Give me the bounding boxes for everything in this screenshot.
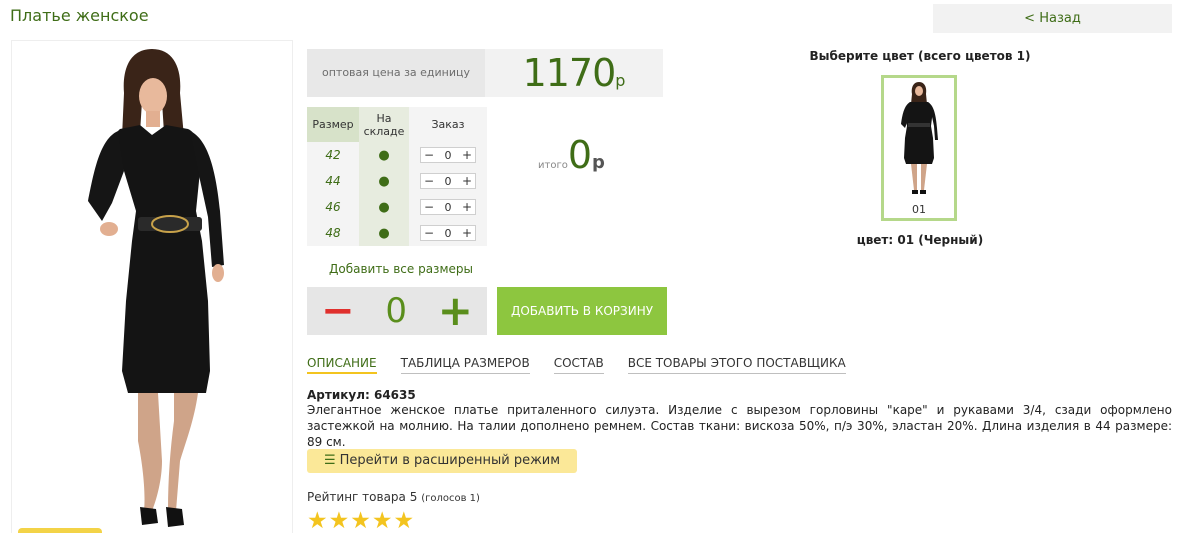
order-stepper: −0 +: [420, 225, 476, 241]
article-number: Артикул: 64635: [307, 388, 416, 402]
stepper-minus-button[interactable]: −: [421, 148, 437, 162]
add-all-sizes-link[interactable]: Добавить все размеры: [329, 262, 473, 276]
order-total: итого0р: [538, 135, 605, 175]
photo-label-tab[interactable]: [18, 528, 102, 533]
stepper-value[interactable]: 0: [437, 175, 459, 188]
tab-supplier-products[interactable]: ВСЕ ТОВАРЫ ЭТОГО ПОСТАВЩИКА: [627, 356, 846, 374]
color-chooser-title: Выберите цвет (всего цветов 1): [809, 49, 1031, 63]
size-value: 42: [307, 142, 359, 168]
stepper-plus-button[interactable]: +: [459, 174, 475, 188]
star-icon[interactable]: ★: [350, 509, 371, 533]
quantity-value[interactable]: 0: [385, 291, 407, 331]
list-icon: ☰: [323, 453, 336, 468]
stepper-plus-button[interactable]: +: [459, 200, 475, 214]
model-image: [88, 49, 224, 527]
order-stepper: −0 +: [420, 147, 476, 163]
tab-composition[interactable]: СОСТАВ: [553, 356, 604, 374]
swatch-code: 01: [912, 203, 926, 216]
selected-color-caption: цвет: 01 (Черный): [856, 233, 984, 247]
star-icon[interactable]: ★: [307, 509, 328, 533]
rating-stars[interactable]: ★ ★ ★ ★ ★: [307, 509, 415, 533]
size-table: Размер На складе Заказ 42 ● −0 + 44 ● −0 +…: [307, 107, 487, 246]
advanced-mode-button[interactable]: ☰ Перейти в расширенный режим: [307, 449, 577, 473]
rating-text: Рейтинг товара 5 (голосов 1): [307, 490, 480, 504]
total-value: 0: [567, 133, 593, 177]
price-value: 1170р: [485, 49, 663, 97]
product-photo[interactable]: [11, 40, 293, 533]
size-header: Размер: [307, 107, 359, 142]
quantity-stepper: − 0 +: [307, 287, 487, 335]
star-icon[interactable]: ★: [372, 509, 393, 533]
back-button[interactable]: < Назад: [933, 4, 1172, 33]
stock-indicator: ●: [359, 194, 409, 220]
price-currency: р: [615, 71, 626, 90]
order-stepper: −0 +: [420, 199, 476, 215]
total-currency: р: [592, 152, 605, 173]
page-title: Платье женское: [10, 6, 149, 25]
tab-size-chart[interactable]: ТАБЛИЦА РАЗМЕРОВ: [400, 356, 530, 374]
order-stepper: −0 +: [420, 173, 476, 189]
product-tabs: ОПИСАНИЕ ТАБЛИЦА РАЗМЕРОВ СОСТАВ ВСЕ ТОВ…: [307, 356, 870, 374]
size-row: 48 ● −0 +: [307, 220, 487, 246]
total-label: итого: [538, 160, 568, 171]
stepper-value[interactable]: 0: [437, 201, 459, 214]
stepper-value[interactable]: 0: [437, 227, 459, 240]
quantity-plus-button[interactable]: +: [438, 290, 473, 332]
size-value: 48: [307, 220, 359, 246]
add-to-cart-button[interactable]: ДОБАВИТЬ В КОРЗИНУ: [497, 287, 667, 335]
stock-header: На складе: [359, 107, 409, 142]
stock-indicator: ●: [359, 142, 409, 168]
product-description: Элегантное женское платье приталенного с…: [307, 403, 1172, 449]
stepper-minus-button[interactable]: −: [421, 174, 437, 188]
rating-label: Рейтинг товара 5: [307, 490, 418, 504]
stepper-minus-button[interactable]: −: [421, 226, 437, 240]
advanced-mode-label: Перейти в расширенный режим: [339, 453, 561, 468]
price-label: оптовая цена за единицу: [307, 49, 485, 97]
stock-indicator: ●: [359, 168, 409, 194]
stepper-minus-button[interactable]: −: [421, 200, 437, 214]
size-row: 44 ● −0 +: [307, 168, 487, 194]
color-swatch[interactable]: 01: [881, 75, 957, 221]
size-row: 46 ● −0 +: [307, 194, 487, 220]
stepper-plus-button[interactable]: +: [459, 226, 475, 240]
price-number: 1170: [522, 51, 617, 95]
rating-votes: (голосов 1): [421, 493, 480, 504]
stepper-plus-button[interactable]: +: [459, 148, 475, 162]
size-value: 46: [307, 194, 359, 220]
swatch-thumbnail: [901, 82, 938, 194]
order-header: Заказ: [409, 107, 487, 142]
stock-indicator: ●: [359, 220, 409, 246]
quantity-minus-button[interactable]: −: [321, 291, 355, 331]
star-icon[interactable]: ★: [329, 509, 350, 533]
star-icon[interactable]: ★: [394, 509, 415, 533]
size-row: 42 ● −0 +: [307, 142, 487, 168]
tab-description[interactable]: ОПИСАНИЕ: [307, 356, 377, 374]
size-value: 44: [307, 168, 359, 194]
stepper-value[interactable]: 0: [437, 149, 459, 162]
